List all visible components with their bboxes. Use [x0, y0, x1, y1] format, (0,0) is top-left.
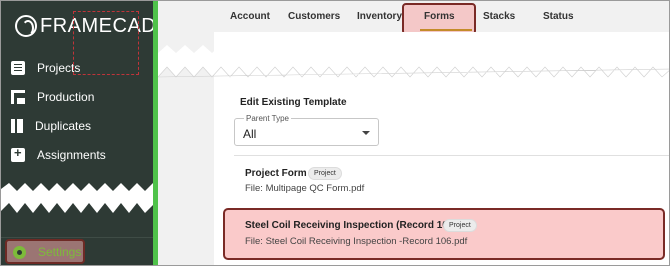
- sidebar-item-label: Duplicates: [35, 119, 92, 133]
- sidebar-item-duplicates[interactable]: Duplicates: [1, 112, 153, 140]
- tab-stacks[interactable]: Stacks: [483, 11, 515, 22]
- tab-status[interactable]: Status: [543, 11, 574, 22]
- parent-type-label: Parent Type: [244, 114, 291, 123]
- list-icon: [11, 61, 25, 75]
- sidebar-item-label: Projects: [37, 61, 81, 75]
- sidebar-item-production[interactable]: Production: [1, 83, 153, 111]
- tab-bar: Account Customers Inventory Forms Stacks…: [158, 1, 669, 35]
- duplicates-icon: [11, 119, 23, 133]
- torn-edge-divider: [1, 183, 153, 213]
- sidebar-item-label: Assignments: [37, 148, 106, 162]
- sidebar-item-assignments[interactable]: Assignments: [1, 141, 153, 169]
- tab-forms[interactable]: Forms: [424, 11, 455, 22]
- tab-account[interactable]: Account: [230, 11, 270, 22]
- logo-mark-icon: [15, 15, 37, 37]
- sidebar-item-label: Production: [37, 90, 95, 104]
- selected-form-highlight: [223, 208, 665, 260]
- divider: [234, 155, 669, 156]
- active-tab-indicator: [420, 29, 472, 31]
- assignments-icon: [11, 145, 25, 162]
- tab-inventory[interactable]: Inventory: [357, 11, 402, 22]
- torn-edge-divider: [158, 45, 669, 78]
- tab-customers[interactable]: Customers: [288, 11, 340, 22]
- gear-icon: [13, 246, 26, 259]
- form-type-badge: Project: [308, 167, 342, 180]
- form-file: File: Multipage QC Form.pdf: [245, 183, 365, 194]
- sidebar-item-projects[interactable]: Projects: [1, 54, 153, 82]
- chevron-down-icon: [362, 131, 370, 135]
- sidebar: FRAMECAD Projects Production Duplicates …: [1, 1, 153, 265]
- app-window: FRAMECAD Projects Production Duplicates …: [0, 0, 670, 266]
- parent-type-value: All: [243, 127, 257, 141]
- production-icon: [11, 90, 25, 104]
- settings-label[interactable]: Settings: [38, 245, 81, 259]
- form-type-badge: Project: [443, 219, 477, 232]
- form-file: File: Steel Coil Receiving Inspection -R…: [245, 236, 468, 247]
- form-name: Project Form: [245, 168, 307, 179]
- form-name: Steel Coil Receiving Inspection (Record …: [245, 220, 457, 231]
- section-title: Edit Existing Template: [240, 97, 347, 108]
